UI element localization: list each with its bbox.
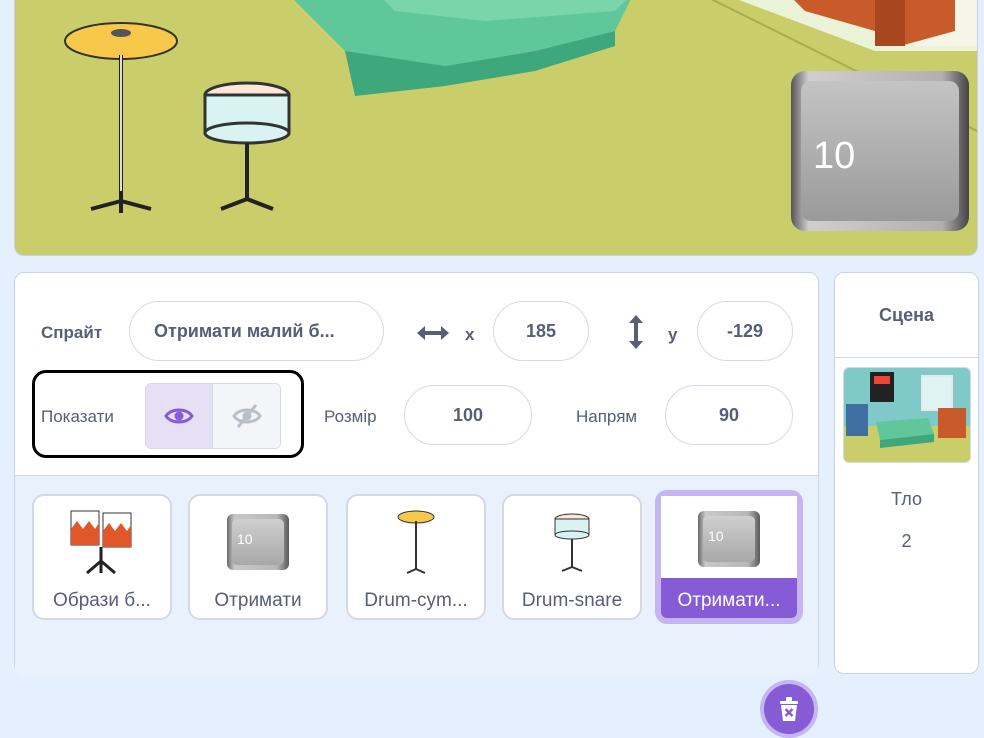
sprite-tile[interactable]: Образи б... bbox=[32, 494, 172, 620]
cymbal-thumbnail bbox=[348, 502, 484, 582]
thumb-counter-value: 10 bbox=[708, 528, 724, 544]
sprite-tile-name: Отримати bbox=[214, 590, 302, 611]
backdrop-label: Тло bbox=[891, 489, 922, 509]
stage-canvas[interactable]: 10 bbox=[14, 0, 978, 256]
conga-drums-thumbnail bbox=[34, 502, 170, 582]
x-position-input[interactable]: 185 bbox=[493, 301, 589, 361]
counter-sprite-on-stage[interactable]: 10 bbox=[791, 71, 969, 231]
sprite-info-panel: Спрайт Отримати малий б... x 185 y -129 … bbox=[14, 272, 819, 738]
sprite-tile-selected[interactable]: 10 Отримати... bbox=[655, 490, 803, 624]
direction-label: Напрям bbox=[576, 407, 638, 426]
hide-sprite-button[interactable] bbox=[213, 384, 280, 448]
sprite-tile[interactable]: Drum-snare bbox=[502, 494, 642, 620]
sprite-tile-name: Drum-cym... bbox=[364, 590, 468, 611]
show-label: Показати bbox=[41, 407, 114, 426]
sprite-tile-name: Отримати... bbox=[677, 590, 781, 611]
y-position-input[interactable]: -129 bbox=[697, 301, 793, 361]
sprite-tile[interactable]: 10 Отримати bbox=[188, 494, 328, 620]
delete-sprite-button[interactable] bbox=[760, 680, 818, 738]
trash-icon bbox=[780, 697, 798, 721]
counter-value: 10 bbox=[813, 135, 856, 177]
backdrop-count: 2 bbox=[901, 531, 912, 551]
stage-selector-panel[interactable]: Сцена Тло 2 bbox=[834, 272, 979, 674]
sprite-label: Спрайт bbox=[41, 323, 103, 342]
y-label: y bbox=[668, 325, 678, 344]
horizontal-arrows-icon bbox=[415, 321, 451, 350]
x-label: x bbox=[465, 325, 475, 344]
eye-slash-icon bbox=[231, 404, 262, 428]
size-label: Розмір bbox=[324, 407, 377, 426]
sprite-tile-name: Образи б... bbox=[53, 590, 151, 611]
stage-title: Сцена bbox=[835, 273, 978, 358]
vertical-arrows-icon bbox=[625, 313, 647, 356]
backdrop-thumbnail[interactable] bbox=[843, 367, 971, 463]
direction-input[interactable]: 90 bbox=[665, 385, 793, 445]
visibility-toggle bbox=[145, 383, 281, 449]
size-input[interactable]: 100 bbox=[404, 385, 532, 445]
eye-icon bbox=[164, 408, 194, 424]
sprite-name-input[interactable]: Отримати малий б... bbox=[129, 301, 384, 361]
thumb-counter-value: 10 bbox=[237, 531, 253, 547]
sprite-tile[interactable]: Drum-cym... bbox=[346, 494, 486, 620]
counter-thumbnail: 10 bbox=[661, 504, 797, 574]
sprite-list: Образи б... 10 Отримати Drum-cym... Drum… bbox=[15, 475, 818, 738]
show-sprite-button[interactable] bbox=[146, 384, 213, 448]
sprite-tile-name: Drum-snare bbox=[521, 590, 623, 611]
counter-thumbnail: 10 bbox=[190, 502, 326, 582]
snare-drum-thumbnail bbox=[504, 502, 640, 582]
